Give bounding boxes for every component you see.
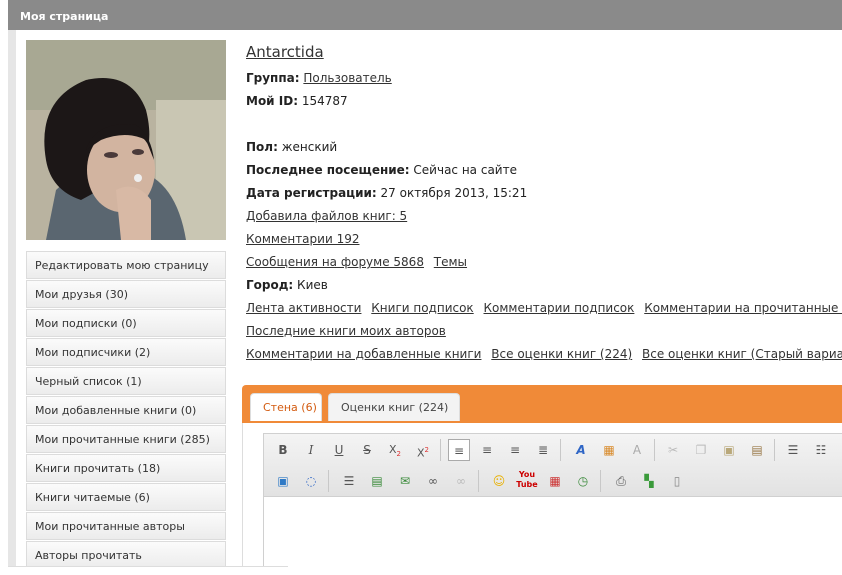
added-files-link[interactable]: Добавила файлов книг: 5 [246,209,407,223]
username-link[interactable]: Antarctida [246,43,842,67]
wall-text-area[interactable] [263,497,842,575]
reg-label: Дата регистрации: [246,186,377,200]
sidebar-item-subscriptions[interactable]: Мои подписки (0) [26,309,226,337]
subscription-books-link[interactable]: Книги подписок [371,301,473,315]
id-value: 154787 [301,94,348,108]
city-value: Киев [297,278,328,292]
insert-media-icon[interactable]: ▤ [366,470,388,492]
sidebar-menu: Редактировать мою страницу Мои друзья (3… [26,251,226,570]
id-row: Мой ID: 154787 [246,90,842,113]
group-row: Группа: Пользователь [246,67,842,90]
link-icon[interactable]: ∞ [422,470,444,492]
group-label: Группа: [246,71,300,85]
tab-book-ratings[interactable]: Оценки книг (224) [328,393,460,421]
clock-icon[interactable]: ◷ [572,470,594,492]
reg-row: Дата регистрации: 27 октября 2013, 15:21 [246,182,842,205]
table-icon[interactable]: ▦ [544,470,566,492]
added-books-comments-link[interactable]: Комментарии на добавленные книги [246,347,481,361]
subscription-comments-link[interactable]: Комментарии подписок [484,301,635,315]
underline-icon[interactable]: U [328,439,350,461]
align-right-icon[interactable]: ≡ [504,439,526,461]
reg-value: 27 октября 2013, 15:21 [380,186,528,200]
my-authors-latest-books-link[interactable]: Последние книги моих авторов [246,324,446,338]
sidebar-item-read-authors[interactable]: Мои прочитанные авторы [26,512,226,540]
city-row: Город: Киев [246,274,842,297]
editor-toolbar: B I U S X2 X2 ≡ ≡ ≡ ≣ A ▦ A ✂ ❐ ▣ ▤ ☰ ☷ … [263,433,842,497]
align-center-icon[interactable]: ≡ [476,439,498,461]
city-label: Город: [246,278,294,292]
italic-icon[interactable]: I [300,439,322,461]
gender-value: женский [281,140,338,154]
email-icon[interactable]: ✉ [394,470,416,492]
wall-editor: B I U S X2 X2 ≡ ≡ ≡ ≣ A ▦ A ✂ ❐ ▣ ▤ ☰ ☷ … [242,423,842,575]
activity-feed-link[interactable]: Лента активности [246,301,361,315]
bg-color-icon[interactable]: ▦ [598,439,620,461]
sidebar-item-read-books[interactable]: Мои прочитанные книги (285) [26,425,226,453]
gender-row: Пол: женский [246,136,842,159]
last-visit-row: Последнее посещение: Сейчас на сайте [246,159,842,182]
smiley-icon[interactable]: ☺ [488,470,510,492]
image-icon[interactable]: ▣ [272,470,294,492]
group-link[interactable]: Пользователь [303,71,391,85]
align-justify-icon[interactable]: ≣ [532,439,554,461]
print-icon[interactable]: ⎙ [610,470,632,492]
tab-bar: Стена (6) Оценки книг (224) [242,385,842,423]
strikethrough-icon[interactable]: S [356,439,378,461]
youtube-icon[interactable]: You Tube [516,470,538,492]
sidebar-item-to-read-books[interactable]: Книги прочитать (18) [26,454,226,482]
sidebar-item-blacklist[interactable]: Черный список (1) [26,367,226,395]
gender-label: Пол: [246,140,278,154]
paste-text-icon[interactable]: ▤ [746,439,768,461]
page-title-bar: Моя страница [8,0,842,30]
bold-icon[interactable]: B [272,439,294,461]
align-left-icon[interactable]: ≡ [448,439,470,461]
all-ratings-old-link[interactable]: Все оценки книг (Старый вариант) [642,347,842,361]
all-ratings-link[interactable]: Все оценки книг (224) [491,347,632,361]
remove-format-icon[interactable]: A [626,439,648,461]
hr-icon[interactable]: ☰ [338,470,360,492]
blocks-icon[interactable]: ▚ [638,470,660,492]
unlink-icon[interactable]: ∞ [450,470,472,492]
superscript-icon[interactable]: X2 [412,439,434,461]
last-visit-value: Сейчас на сайте [413,163,517,177]
read-books-comments-link[interactable]: Комментарии на прочитанные книги [644,301,842,315]
sidebar-item-authors-to-read[interactable]: Авторы прочитать [26,541,226,569]
copy-icon[interactable]: ❐ [690,439,712,461]
last-visit-label: Последнее посещение: [246,163,410,177]
text-color-icon[interactable]: A [570,439,592,461]
numbered-list-icon[interactable]: ☷ [810,439,832,461]
bottom-strip [8,566,288,575]
profile-info: Antarctida Группа: Пользователь Мой ID: … [246,40,842,366]
bullet-list-icon[interactable]: ☰ [782,439,804,461]
document-icon[interactable]: ▯ [666,470,688,492]
id-label: Мой ID: [246,94,298,108]
sidebar-item-edit-page[interactable]: Редактировать мою страницу [26,251,226,279]
page-title: Моя страница [20,10,109,23]
avatar [26,40,226,240]
sidebar-item-friends[interactable]: Мои друзья (30) [26,280,226,308]
tab-wall[interactable]: Стена (6) [250,393,322,421]
comments-link[interactable]: Комментарии 192 [246,232,359,246]
forum-messages-link[interactable]: Сообщения на форуме 5868 [246,255,424,269]
topics-link[interactable]: Темы [434,255,467,269]
cut-icon[interactable]: ✂ [662,439,684,461]
sidebar-item-reading-books[interactable]: Книги читаемые (6) [26,483,226,511]
quote-icon[interactable]: ◌ [300,470,322,492]
subscript-icon[interactable]: X2 [384,439,406,461]
sidebar-item-added-books[interactable]: Мои добавленные книги (0) [26,396,226,424]
paste-icon[interactable]: ▣ [718,439,740,461]
sidebar-item-subscribers[interactable]: Мои подписчики (2) [26,338,226,366]
